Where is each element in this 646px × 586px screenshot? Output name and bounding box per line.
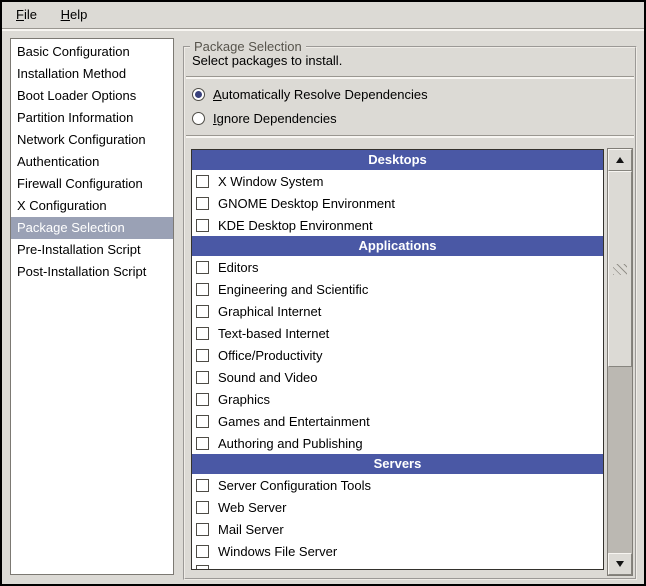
package-row-partial[interactable] — [192, 562, 603, 570]
package-label: Mail Server — [218, 522, 284, 537]
sidebar-item-installation-method[interactable]: Installation Method — [11, 63, 173, 85]
radio-label: Ignore Dependencies — [213, 111, 337, 126]
thumb-grip-icon — [613, 264, 627, 275]
package-row-games-and-entertainment[interactable]: Games and Entertainment — [192, 410, 603, 432]
checkbox-icon[interactable] — [196, 261, 209, 274]
checkbox-icon[interactable] — [196, 219, 209, 232]
instruction-text: Select packages to install. — [192, 53, 342, 68]
package-label: Sound and Video — [218, 370, 318, 385]
sidebar-item-package-selection[interactable]: Package Selection — [11, 217, 173, 239]
package-row-authoring-and-publishing[interactable]: Authoring and Publishing — [192, 432, 603, 454]
checkbox-icon[interactable] — [196, 523, 209, 536]
package-selection-frame: Package Selection Select packages to ins… — [183, 46, 637, 580]
checkbox-icon[interactable] — [196, 393, 209, 406]
checkbox-icon[interactable] — [196, 283, 209, 296]
package-label: Text-based Internet — [218, 326, 329, 341]
sidebar-item-basic-configuration[interactable]: Basic Configuration — [11, 41, 173, 63]
menubar-separator — [2, 28, 644, 31]
sidebar-item-firewall-configuration[interactable]: Firewall Configuration — [11, 173, 173, 195]
group-header-servers: Servers — [192, 454, 603, 474]
sidebar-item-x-configuration[interactable]: X Configuration — [11, 195, 173, 217]
vertical-scrollbar[interactable] — [607, 148, 633, 576]
package-row-x-window-system[interactable]: X Window System — [192, 170, 603, 192]
package-label: Games and Entertainment — [218, 414, 370, 429]
menu-help[interactable]: Help — [59, 2, 90, 28]
group-header-applications: Applications — [192, 236, 603, 256]
menu-file[interactable]: File — [14, 2, 39, 28]
checkbox-icon[interactable] — [196, 501, 209, 514]
package-row-text-based-internet[interactable]: Text-based Internet — [192, 322, 603, 344]
checkbox-icon[interactable] — [196, 349, 209, 362]
package-row-editors[interactable]: Editors — [192, 256, 603, 278]
sidebar-item-post-installation-script[interactable]: Post-Installation Script — [11, 261, 173, 283]
group-header-desktops: Desktops — [192, 150, 603, 170]
package-row-web-server[interactable]: Web Server — [192, 496, 603, 518]
radio-selected-icon[interactable] — [192, 88, 205, 101]
checkbox-icon[interactable] — [196, 371, 209, 384]
package-label: Server Configuration Tools — [218, 478, 371, 493]
package-row-graphical-internet[interactable]: Graphical Internet — [192, 300, 603, 322]
arrow-up-icon — [616, 157, 624, 163]
package-row-mail-server[interactable]: Mail Server — [192, 518, 603, 540]
checkbox-icon[interactable] — [196, 415, 209, 428]
package-row-gnome-desktop-environment[interactable]: GNOME Desktop Environment — [192, 192, 603, 214]
radio-automatically-resolve-dependencies[interactable]: Automatically Resolve Dependencies — [192, 84, 428, 104]
sidebar-item-partition-information[interactable]: Partition Information — [11, 107, 173, 129]
package-label: Graphics — [218, 392, 270, 407]
checkbox-icon[interactable] — [196, 327, 209, 340]
package-row-graphics[interactable]: Graphics — [192, 388, 603, 410]
menu-bar: File Help — [2, 2, 644, 28]
radio-label: Automatically Resolve Dependencies — [213, 87, 428, 102]
package-row-office-productivity[interactable]: Office/Productivity — [192, 344, 603, 366]
scroll-up-button[interactable] — [608, 149, 632, 171]
sidebar-item-boot-loader-options[interactable]: Boot Loader Options — [11, 85, 173, 107]
package-label: X Window System — [218, 174, 323, 189]
sidebar-item-authentication[interactable]: Authentication — [11, 151, 173, 173]
package-label: Authoring and Publishing — [218, 436, 363, 451]
package-label: Graphical Internet — [218, 304, 321, 319]
package-row-kde-desktop-environment[interactable]: KDE Desktop Environment — [192, 214, 603, 236]
package-label: Engineering and Scientific — [218, 282, 368, 297]
package-row-server-configuration-tools[interactable]: Server Configuration Tools — [192, 474, 603, 496]
scrollbar-thumb[interactable] — [608, 171, 632, 367]
checkbox-icon[interactable] — [196, 565, 209, 570]
package-label: GNOME Desktop Environment — [218, 196, 395, 211]
radio-unselected-icon[interactable] — [192, 112, 205, 125]
sidebar-item-pre-installation-script[interactable]: Pre-Installation Script — [11, 239, 173, 261]
package-label: Office/Productivity — [218, 348, 323, 363]
arrow-down-icon — [616, 561, 624, 567]
separator — [186, 135, 634, 138]
package-label: Windows File Server — [218, 544, 337, 559]
checkbox-icon[interactable] — [196, 305, 209, 318]
package-label: Web Server — [218, 500, 286, 515]
package-label: Editors — [218, 260, 258, 275]
checkbox-icon[interactable] — [196, 479, 209, 492]
package-label: KDE Desktop Environment — [218, 218, 373, 233]
separator — [186, 76, 634, 79]
checkbox-icon[interactable] — [196, 545, 209, 558]
section-listbox[interactable]: Basic ConfigurationInstallation MethodBo… — [10, 38, 174, 575]
checkbox-icon[interactable] — [196, 175, 209, 188]
sidebar-item-network-configuration[interactable]: Network Configuration — [11, 129, 173, 151]
frame-title: Package Selection — [190, 39, 306, 54]
package-row-windows-file-server[interactable]: Windows File Server — [192, 540, 603, 562]
checkbox-icon[interactable] — [196, 437, 209, 450]
checkbox-icon[interactable] — [196, 197, 209, 210]
scroll-down-button[interactable] — [608, 553, 632, 575]
package-list-container: Desktops X Window System GNOME Desktop Env… — [191, 148, 633, 576]
package-row-engineering-and-scientific[interactable]: Engineering and Scientific — [192, 278, 603, 300]
radio-ignore-dependencies[interactable]: Ignore Dependencies — [192, 108, 337, 128]
package-row-sound-and-video[interactable]: Sound and Video — [192, 366, 603, 388]
kickstart-configurator-window: File Help Basic ConfigurationInstallatio… — [0, 0, 646, 586]
package-list-viewport: Desktops X Window System GNOME Desktop Env… — [191, 149, 604, 570]
